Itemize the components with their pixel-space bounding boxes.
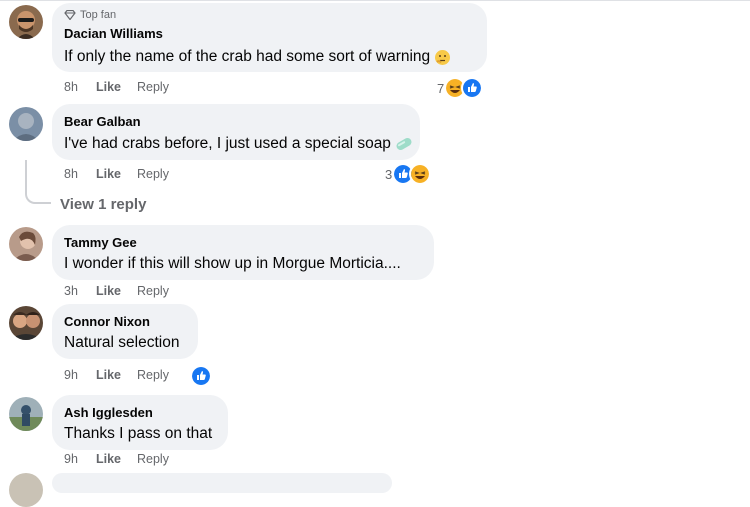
comment-actions: 8h Like Reply [64, 167, 169, 181]
comment-author[interactable]: Bear Galban [64, 114, 141, 129]
comment-author[interactable]: Tammy Gee [64, 235, 137, 250]
comment-text-content: If only the name of the crab had some so… [64, 48, 431, 65]
comment-author[interactable]: Dacian Williams [64, 26, 163, 41]
comment-actions: 9h Like Reply [64, 368, 169, 382]
like-reaction-icon [190, 365, 212, 387]
comment-time[interactable]: 3h [64, 284, 96, 298]
reply-button[interactable]: Reply [137, 80, 169, 94]
comment-text-content: Natural selection [64, 334, 180, 351]
reaction-summary[interactable]: 3 [385, 163, 432, 185]
comment-text: Thanks I pass on that [64, 425, 212, 443]
reply-button[interactable]: Reply [137, 167, 169, 181]
thinking-face-icon [435, 49, 451, 65]
like-button[interactable]: Like [96, 452, 137, 466]
reaction-summary[interactable]: 7 [437, 77, 484, 99]
reaction-count: 7 [437, 80, 445, 96]
like-button[interactable]: Like [96, 284, 137, 298]
comment-bubble [52, 473, 392, 493]
reaction-count: 3 [385, 166, 393, 182]
avatar[interactable] [9, 5, 43, 39]
comment-actions: 8h Like Reply [64, 80, 169, 94]
comment-text: I wonder if this will show up in Morgue … [64, 255, 401, 273]
like-button[interactable]: Like [96, 167, 137, 181]
comment-time[interactable]: 8h [64, 167, 96, 181]
comment-author[interactable]: Connor Nixon [64, 314, 150, 329]
comment-text-content: I wonder if this will show up in Morgue … [64, 255, 401, 272]
comment-author[interactable]: Ash Igglesden [64, 405, 153, 420]
soap-icon [396, 138, 412, 150]
avatar[interactable] [9, 473, 43, 507]
reply-button[interactable]: Reply [137, 452, 169, 466]
comment-bubble: Bear Galban I've had crabs before, I jus… [52, 104, 420, 160]
avatar[interactable] [9, 107, 43, 141]
comment-time[interactable]: 8h [64, 80, 96, 94]
comment-text-content: Thanks I pass on that [64, 425, 213, 442]
comment-actions: 3h Like Reply [64, 284, 169, 298]
reply-button[interactable]: Reply [137, 284, 169, 298]
avatar[interactable] [9, 306, 43, 340]
like-reaction-icon [461, 77, 484, 99]
like-button[interactable]: Like [96, 80, 137, 94]
top-divider [0, 0, 750, 1]
comment-text: Natural selection [64, 334, 179, 352]
comment-text: I've had crabs before, I just used a spe… [64, 135, 413, 153]
haha-reaction-icon [409, 163, 432, 185]
comment-time[interactable]: 9h [64, 368, 96, 382]
comment-actions: 9h Like Reply [64, 452, 169, 466]
comment-bubble: Connor Nixon Natural selection [52, 304, 198, 359]
comment-text-content: I've had crabs before, I just used a spe… [64, 135, 391, 152]
reply-button[interactable]: Reply [137, 368, 169, 382]
avatar[interactable] [9, 397, 43, 431]
comment-bubble: Ash Igglesden Thanks I pass on that [52, 395, 228, 450]
comment-text: If only the name of the crab had some so… [64, 48, 451, 66]
like-button[interactable]: Like [96, 368, 137, 382]
comment-bubble: Top fan Dacian Williams If only the name… [52, 3, 487, 72]
badge-label: Top fan [80, 9, 117, 21]
top-fan-badge: Top fan [64, 9, 116, 21]
view-replies-link[interactable]: View 1 reply [60, 196, 146, 213]
comment-bubble: Tammy Gee I wonder if this will show up … [52, 225, 434, 280]
reply-thread-connector [25, 160, 51, 204]
reaction-summary[interactable] [190, 365, 212, 387]
comment-time[interactable]: 9h [64, 452, 96, 466]
avatar[interactable] [9, 227, 43, 261]
diamond-icon [64, 10, 76, 20]
